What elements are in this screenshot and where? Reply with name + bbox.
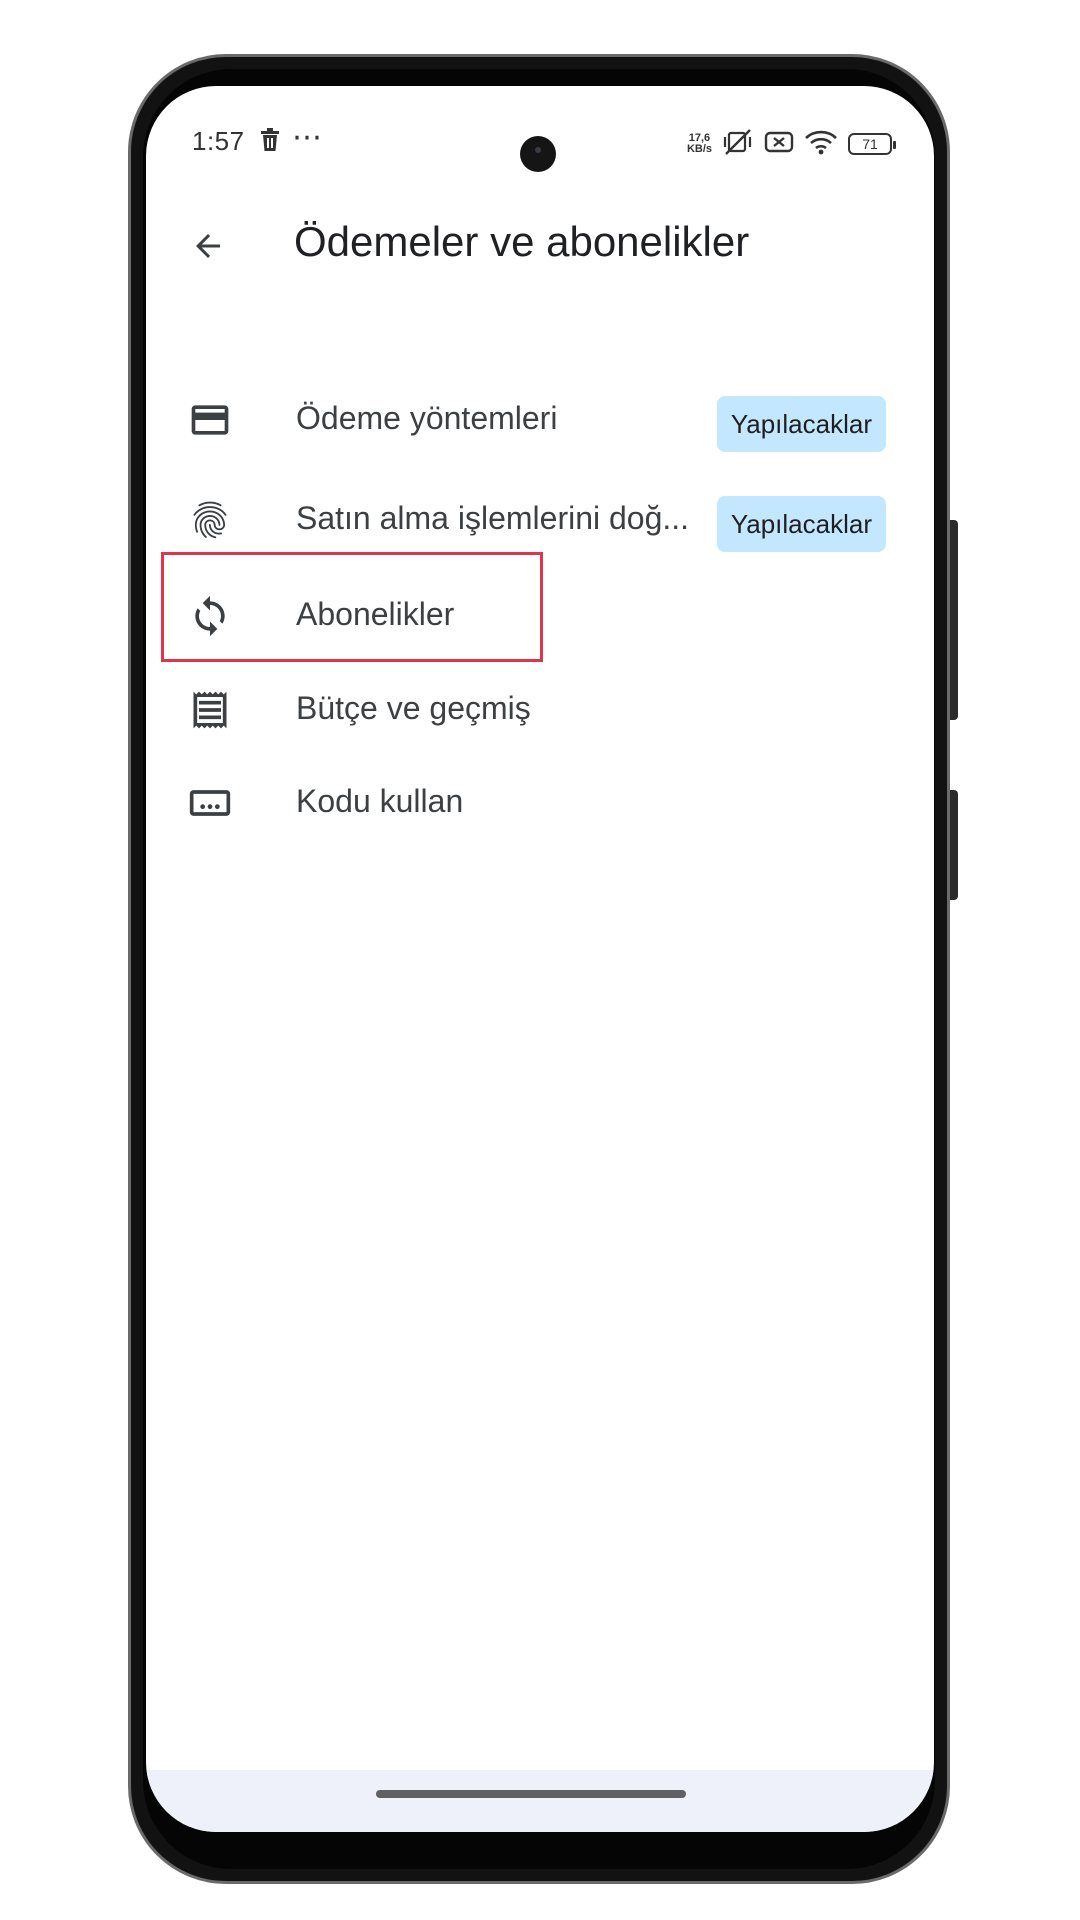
phone-screen: 1:57 ⋯ 17,6 KB/s 71 Ödemeler ve abonelik…: [146, 86, 934, 1832]
list-item-label: Bütçe ve geçmiş: [296, 690, 531, 726]
list-item-label: Abonelikler: [296, 596, 455, 632]
trash-icon: [260, 128, 280, 159]
network-speed: 17,6 KB/s: [687, 133, 712, 155]
back-button[interactable]: [176, 214, 240, 278]
list-item-budget-history[interactable]: Bütçe ve geçmiş: [146, 660, 934, 760]
battery-level: 71: [862, 136, 878, 152]
network-speed-unit: KB/s: [686, 143, 712, 155]
list-item-verify-purchases[interactable]: Satın alma işlemlerini doğ... Yapılacakl…: [146, 470, 934, 570]
page-title: Ödemeler ve abonelikler: [294, 218, 750, 265]
no-sim-icon: [764, 130, 794, 159]
todo-badge[interactable]: Yapılacaklar: [716, 496, 886, 552]
list-item-redeem-code[interactable]: Kodu kullan: [146, 753, 934, 853]
app-bar: Ödemeler ve abonelikler: [146, 196, 934, 296]
redeem-code-icon: [186, 779, 234, 827]
vibrate-off-icon: [722, 128, 754, 161]
arrow-back-icon: [196, 234, 220, 258]
status-icons: 17,6 KB/s 71: [687, 126, 896, 162]
more-dots-icon: ⋯: [292, 121, 322, 154]
status-bar: 1:57 ⋯ 17,6 KB/s 71: [146, 114, 934, 174]
list-item-subscriptions[interactable]: Abonelikler: [146, 566, 934, 666]
wifi-icon: [804, 129, 838, 160]
front-camera: [520, 136, 556, 172]
fingerprint-icon: [186, 496, 234, 544]
list-item-label: Ödeme yöntemleri: [296, 400, 558, 436]
list-item-payment-methods[interactable]: Ödeme yöntemleri Yapılacaklar: [146, 370, 934, 470]
volume-button: [950, 520, 958, 720]
power-button: [950, 790, 958, 900]
receipt-icon: [186, 686, 234, 734]
home-gesture-handle[interactable]: [376, 1790, 686, 1798]
list-item-label: Kodu kullan: [296, 783, 464, 819]
sync-icon: [186, 592, 234, 640]
todo-badge[interactable]: Yapılacaklar: [716, 396, 886, 452]
navigation-gesture-area: [146, 1770, 934, 1832]
battery-indicator: 71: [848, 133, 896, 155]
status-time: 1:57: [192, 126, 245, 156]
credit-card-icon: [186, 396, 234, 444]
list-item-label: Satın alma işlemlerini doğ...: [296, 500, 690, 536]
